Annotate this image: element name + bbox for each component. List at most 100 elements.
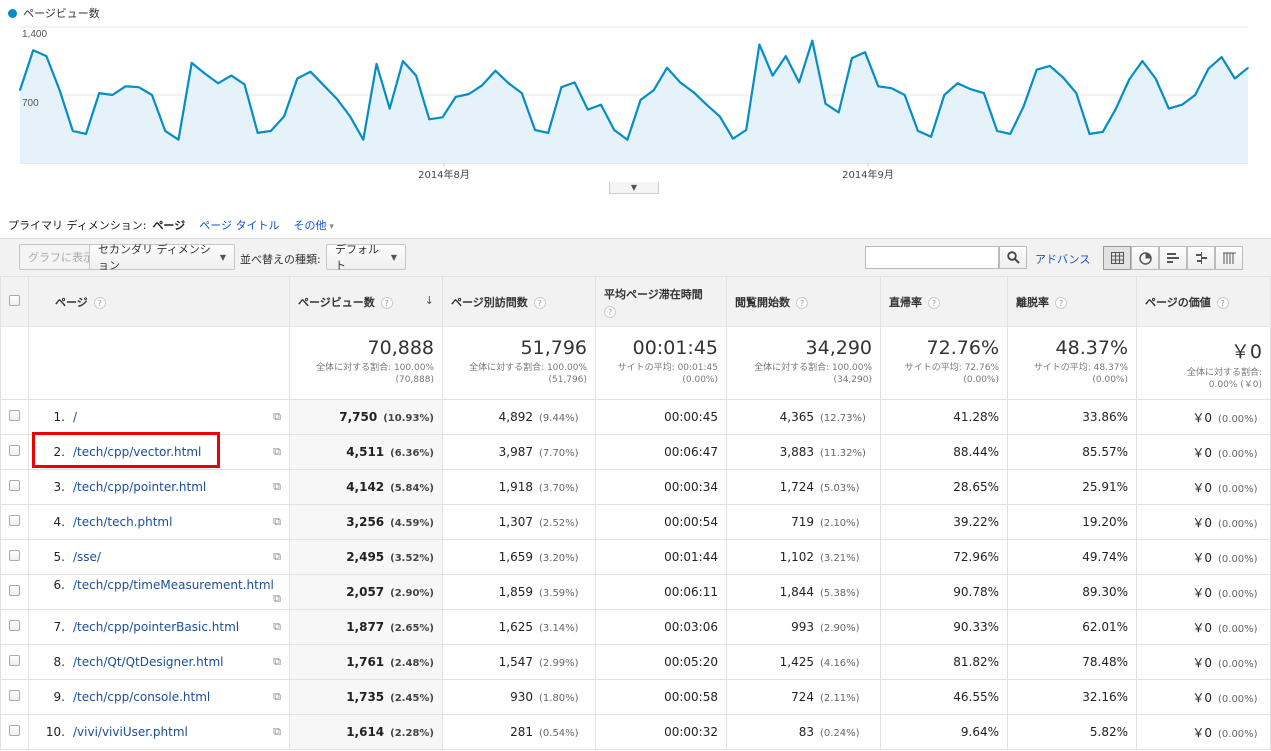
data-point[interactable]: [719, 115, 721, 118]
data-point[interactable]: [402, 60, 404, 62]
data-point[interactable]: [573, 81, 576, 84]
data-point[interactable]: [639, 99, 642, 101]
data-point[interactable]: [1154, 77, 1157, 80]
data-point[interactable]: [1234, 77, 1236, 80]
data-point[interactable]: [428, 118, 431, 121]
data-point[interactable]: [322, 84, 325, 87]
data-point[interactable]: [454, 96, 457, 98]
view-table-button[interactable]: [1103, 246, 1131, 270]
row-page-link[interactable]: /tech/tech.phtml: [73, 515, 172, 529]
help-icon[interactable]: ?: [928, 296, 940, 309]
data-point[interactable]: [1075, 92, 1078, 94]
data-point[interactable]: [1022, 105, 1025, 108]
open-external-icon[interactable]: ⧉: [273, 515, 281, 529]
data-point[interactable]: [481, 84, 484, 87]
data-point[interactable]: [375, 63, 378, 65]
data-point[interactable]: [771, 74, 774, 77]
data-point[interactable]: [547, 132, 549, 134]
row-checkbox[interactable]: [9, 690, 20, 701]
data-point[interactable]: [1088, 133, 1091, 135]
data-point[interactable]: [956, 82, 959, 85]
data-point[interactable]: [917, 130, 919, 132]
data-point[interactable]: [468, 93, 470, 95]
advanced-filter-link[interactable]: アドバンス: [1035, 251, 1090, 267]
col-header-pageviews[interactable]: ページビュー数? ↓: [289, 276, 443, 327]
data-point[interactable]: [336, 98, 338, 100]
row-checkbox[interactable]: [9, 655, 20, 666]
data-point[interactable]: [98, 92, 100, 94]
data-point[interactable]: [124, 85, 127, 88]
data-point[interactable]: [164, 130, 166, 132]
data-point[interactable]: [705, 103, 708, 106]
data-point[interactable]: [811, 39, 814, 42]
data-point[interactable]: [19, 89, 21, 91]
data-point[interactable]: [666, 67, 668, 69]
row-page-link[interactable]: /vivi/viviUser.phtml: [73, 725, 188, 739]
row-checkbox[interactable]: [9, 550, 20, 561]
data-point[interactable]: [1035, 68, 1038, 71]
data-point[interactable]: [138, 86, 140, 88]
data-point[interactable]: [1207, 68, 1210, 70]
table-search-input[interactable]: [865, 246, 999, 269]
data-point[interactable]: [851, 57, 853, 59]
row-checkbox[interactable]: [9, 585, 20, 596]
chart-collapse-toggle[interactable]: ▼: [609, 182, 659, 194]
data-point[interactable]: [679, 81, 681, 84]
row-checkbox[interactable]: [9, 515, 20, 526]
help-icon[interactable]: ?: [533, 296, 546, 309]
row-checkbox[interactable]: [9, 620, 20, 631]
data-point[interactable]: [890, 87, 893, 89]
data-point[interactable]: [256, 132, 259, 134]
data-point[interactable]: [983, 92, 985, 94]
data-point[interactable]: [534, 129, 536, 131]
help-icon[interactable]: ?: [796, 296, 808, 309]
col-header-value[interactable]: ページの価値?: [1136, 276, 1271, 327]
data-point[interactable]: [243, 83, 246, 86]
search-button[interactable]: [999, 246, 1027, 269]
row-page-link[interactable]: /tech/Qt/QtDesigner.html: [73, 655, 224, 669]
col-header-entrances[interactable]: 閲覧開始数?: [726, 276, 881, 327]
row-page-link[interactable]: /sse/: [73, 550, 101, 564]
data-point[interactable]: [1049, 65, 1051, 67]
data-point[interactable]: [600, 103, 602, 106]
row-checkbox[interactable]: [9, 410, 20, 421]
data-point[interactable]: [930, 136, 932, 138]
data-point[interactable]: [177, 138, 180, 141]
data-point[interactable]: [217, 82, 219, 85]
data-point[interactable]: [1194, 94, 1196, 96]
data-point[interactable]: [824, 102, 827, 105]
view-performance-button[interactable]: [1159, 246, 1187, 270]
select-all-checkbox[interactable]: [9, 294, 20, 306]
data-point[interactable]: [270, 130, 272, 132]
data-point[interactable]: [45, 55, 48, 57]
data-point[interactable]: [1168, 107, 1170, 110]
row-page-link[interactable]: /tech/cpp/pointerBasic.html: [73, 620, 239, 634]
secondary-dimension-dropdown[interactable]: セカンダリ ディメンション ▼: [89, 243, 235, 272]
row-page-link[interactable]: /tech/cpp/console.html: [73, 690, 210, 704]
help-icon[interactable]: ?: [93, 296, 106, 309]
open-external-icon[interactable]: ⧉: [273, 550, 281, 564]
data-point[interactable]: [1141, 60, 1144, 62]
row-checkbox[interactable]: [9, 480, 20, 491]
open-external-icon[interactable]: ⧉: [273, 655, 281, 669]
open-external-icon[interactable]: ⧉: [273, 620, 281, 634]
data-point[interactable]: [32, 49, 34, 52]
data-point[interactable]: [309, 70, 312, 73]
help-icon[interactable]: ?: [1216, 296, 1229, 309]
data-point[interactable]: [349, 115, 351, 118]
data-point[interactable]: [521, 92, 523, 94]
data-point[interactable]: [230, 74, 233, 77]
dimension-other-dropdown[interactable]: その他: [294, 217, 334, 233]
data-point[interactable]: [1062, 76, 1064, 79]
data-point[interactable]: [758, 43, 761, 46]
data-point[interactable]: [587, 108, 589, 111]
data-point[interactable]: [996, 130, 998, 132]
data-point[interactable]: [151, 94, 153, 96]
data-point[interactable]: [415, 74, 417, 77]
data-point[interactable]: [1247, 67, 1249, 69]
data-point[interactable]: [732, 137, 734, 140]
open-external-icon[interactable]: ⧉: [273, 690, 281, 704]
open-external-icon[interactable]: ⧉: [273, 410, 281, 424]
row-page-link[interactable]: /: [73, 410, 77, 424]
dimension-page-active[interactable]: ページ: [152, 217, 185, 233]
